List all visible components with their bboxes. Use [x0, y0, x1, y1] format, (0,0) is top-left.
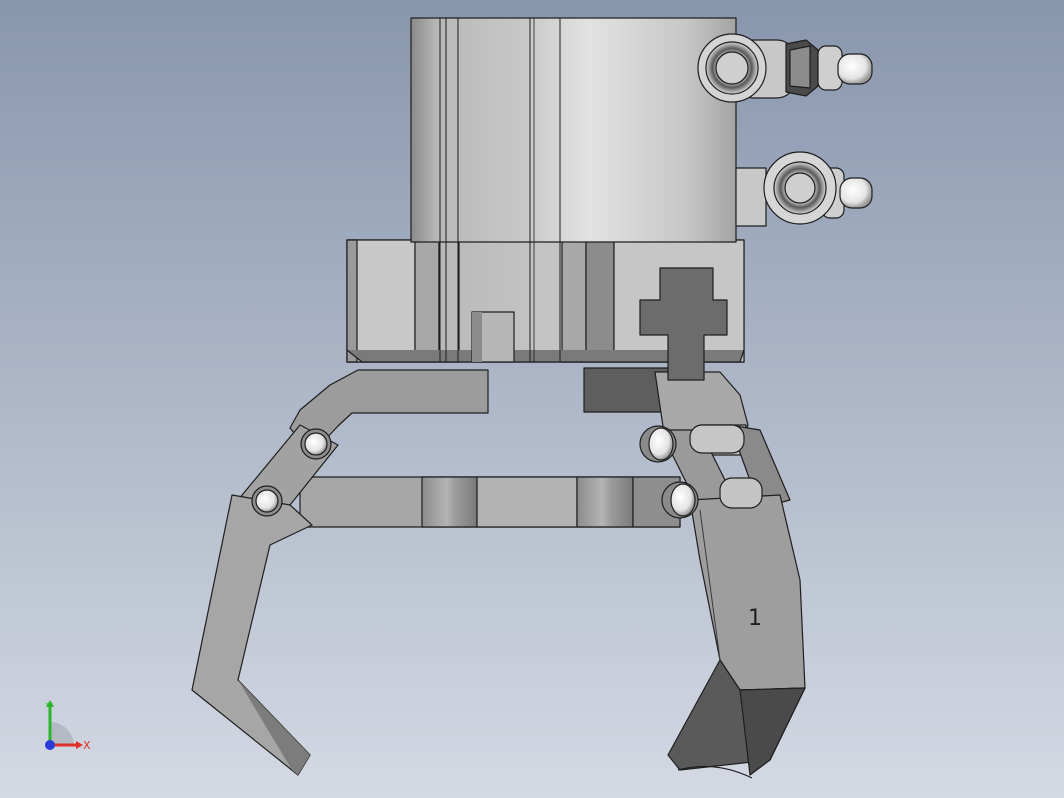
- base-slot-shade: [472, 312, 482, 362]
- graphics-viewport[interactable]: 1 Y X: [0, 0, 1064, 798]
- right-pin-lower[interactable]: [670, 483, 696, 517]
- y-axis-label: Y: [45, 701, 53, 714]
- right-pin-upper[interactable]: [648, 427, 674, 461]
- right-pin-sleeve-lower: [719, 477, 763, 509]
- base-block[interactable]: [346, 239, 745, 381]
- x-axis-label: X: [83, 739, 91, 752]
- part-mark-label: 1: [748, 606, 762, 631]
- right-pin-sleeve-upper: [689, 424, 745, 454]
- z-axis-dot: [45, 740, 55, 750]
- left-pin-upper[interactable]: [304, 432, 328, 456]
- guide-bar[interactable]: [299, 476, 681, 528]
- left-pin-lower[interactable]: [255, 489, 279, 513]
- model-view[interactable]: 1 Y X: [0, 0, 1064, 798]
